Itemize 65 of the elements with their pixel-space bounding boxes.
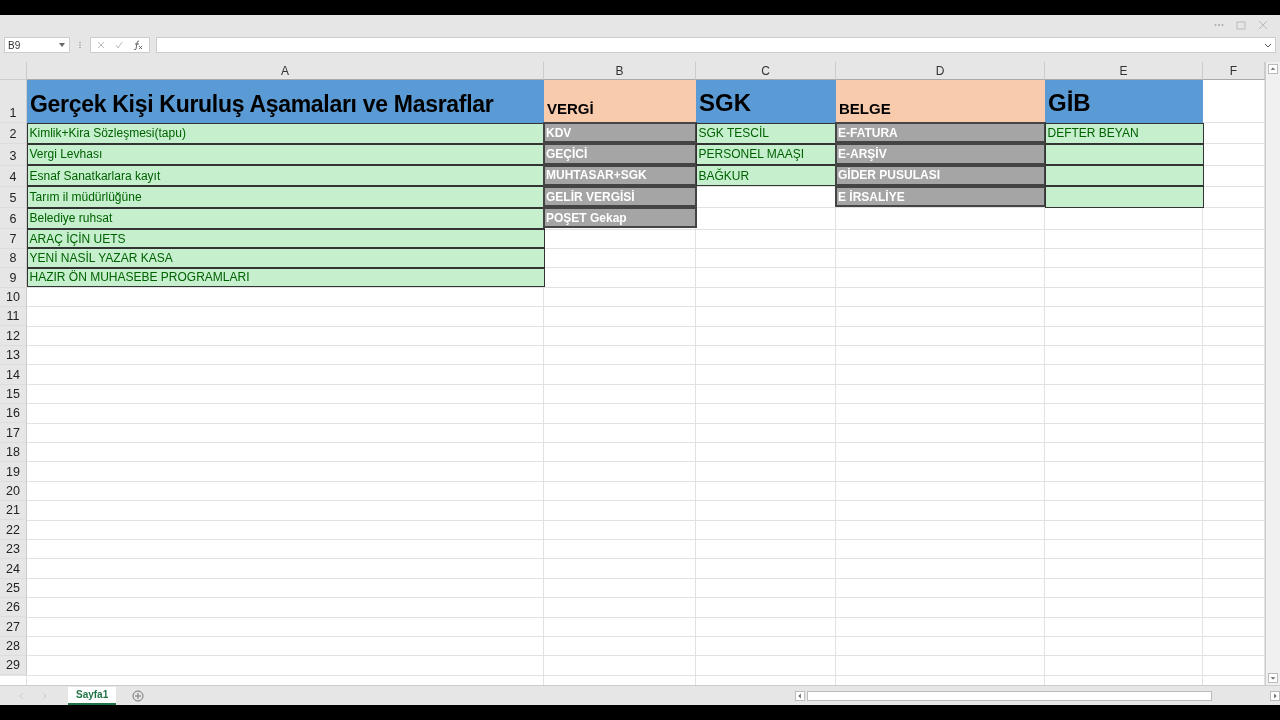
table-cell: GİDER PUSULASI: [835, 164, 1046, 186]
column-header[interactable]: A: [27, 62, 544, 80]
row-header[interactable]: 4: [0, 165, 27, 187]
table-cell: GELİR VERGİSİ: [543, 185, 697, 208]
next-sheet-icon[interactable]: [40, 691, 48, 700]
table-cell: SGK: [696, 80, 836, 123]
table-cell: E-ARŞİV: [835, 143, 1046, 165]
previous-sheet-icon[interactable]: [18, 691, 26, 700]
scroll-right-button[interactable]: [1270, 690, 1280, 701]
row-header[interactable]: 29: [0, 656, 27, 676]
close-icon[interactable]: [1258, 20, 1268, 30]
row-header[interactable]: 11: [0, 307, 27, 327]
row-header[interactable]: 22: [0, 520, 27, 540]
row-header[interactable]: 9: [0, 268, 27, 288]
expand-icon[interactable]: [1264, 41, 1272, 49]
formula-field[interactable]: [156, 37, 1276, 53]
table-cell: KDV: [543, 122, 697, 144]
row-header[interactable]: 5: [0, 186, 27, 209]
caret-icon: [58, 41, 66, 49]
scroll-down-button[interactable]: [1268, 673, 1278, 683]
table-cell: BAĞKUR: [695, 165, 837, 187]
row-header[interactable]: 27: [0, 617, 27, 637]
grip-icon: [76, 41, 84, 49]
name-box[interactable]: B9: [4, 37, 70, 53]
table-cell: MUHTASAR+SGK: [543, 164, 697, 186]
scroll-left-button[interactable]: [795, 690, 805, 701]
row-header[interactable]: 1: [0, 80, 27, 123]
row-header[interactable]: 17: [0, 423, 27, 443]
table-cell: Vergi Levhası: [26, 143, 545, 166]
table-cell: VERGİ: [544, 80, 696, 123]
check-icon[interactable]: [115, 41, 123, 49]
table-cell: GEÇİCİ: [543, 143, 697, 165]
row-header[interactable]: 19: [0, 462, 27, 482]
row-header[interactable]: 3: [0, 144, 27, 166]
add-sheet-icon[interactable]: [132, 689, 145, 702]
row-header[interactable]: 7: [0, 229, 27, 249]
column-header[interactable]: E: [1045, 62, 1203, 80]
table-cell: YENİ NASİL YAZAR KASA: [26, 248, 545, 268]
row-header[interactable]: 24: [0, 559, 27, 579]
cancel-icon[interactable]: [97, 41, 105, 49]
table-cell: Tarım il müdürlüğüne: [26, 186, 545, 208]
table-cell: E İRSALİYE: [835, 185, 1046, 208]
column-header[interactable]: D: [836, 62, 1045, 80]
function-icon[interactable]: [133, 40, 143, 50]
table-cell: Kimlik+Kira Sözleşmesi(tapu): [26, 122, 545, 144]
table-cell: Belediye ruhsat: [26, 207, 545, 229]
select-all-corner[interactable]: [0, 62, 27, 80]
table-cell: BELGE: [836, 80, 1045, 123]
sheet-tab[interactable]: Sayfa1: [68, 686, 117, 705]
row-header[interactable]: 2: [0, 123, 27, 145]
table-cell: POŞET Gekap: [543, 207, 697, 229]
scroll-up-button[interactable]: [1268, 64, 1278, 74]
row-header[interactable]: 6: [0, 208, 27, 230]
row-header[interactable]: 12: [0, 326, 27, 346]
restore-icon[interactable]: [1236, 20, 1246, 30]
table-cell: GİB: [1045, 80, 1203, 123]
column-header[interactable]: F: [1203, 62, 1265, 80]
row-header[interactable]: 14: [0, 365, 27, 385]
table-cell: Esnaf Sanatkarlara kayıt: [26, 165, 545, 187]
table-cell: E-FATURA: [835, 122, 1046, 144]
row-header[interactable]: 16: [0, 404, 27, 424]
table-cell: Gerçek Kişi Kuruluş Aşamaları ve Masraflar: [27, 80, 544, 123]
scroll-thumb[interactable]: [807, 690, 1212, 701]
column-header[interactable]: C: [696, 62, 836, 80]
column-header[interactable]: B: [544, 62, 696, 80]
